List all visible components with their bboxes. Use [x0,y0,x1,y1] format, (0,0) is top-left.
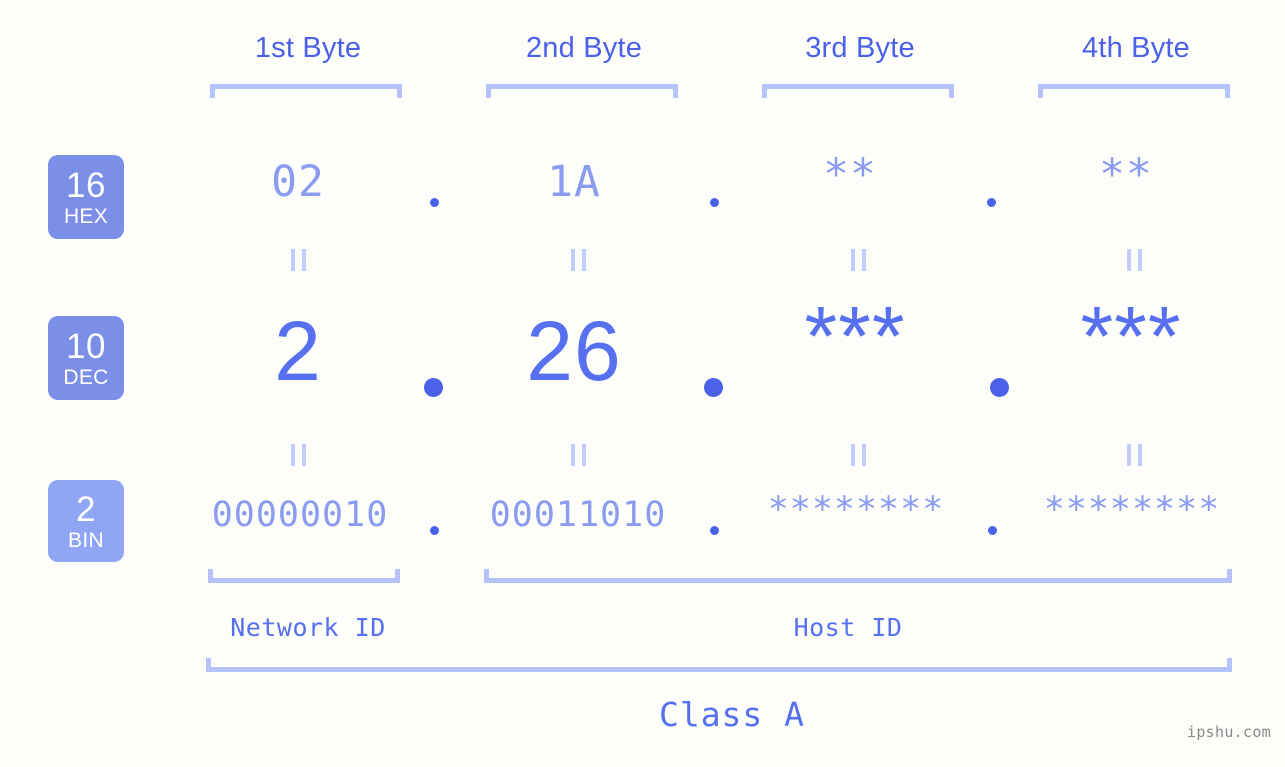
base-badge-dec: 10 DEC [48,316,124,400]
base-badge-bin-number: 2 [76,489,96,529]
dec-byte-2: 26 [526,304,622,398]
base-badge-hex: 16 HEX [48,155,124,239]
hex-byte-1: 02 [271,157,325,207]
watermark: ipshu.com [1187,723,1271,741]
hex-byte-4: ** [1099,150,1153,200]
base-badge-dec-number: 10 [66,326,106,366]
network-id-bracket [208,569,400,583]
ip-address-breakdown-diagram: 1st Byte 2nd Byte 3rd Byte 4th Byte 16 H… [0,0,1285,767]
bin-byte-1: 00000010 [211,495,389,535]
bin-byte-3: ******** [767,490,945,530]
byte-bracket-top-1 [210,84,402,98]
dec-byte-1: 2 [274,304,322,398]
base-badge-dec-label: DEC [63,365,109,389]
hex-dot-separator-1 [430,198,439,207]
bin-byte-2: 00011010 [489,495,667,535]
equals-mark-decbin-4 [1127,444,1142,466]
class-bracket [206,658,1232,672]
base-badge-hex-label: HEX [63,204,109,228]
equals-mark-decbin-2 [571,444,586,466]
byte-header-1: 1st Byte [254,32,362,64]
dec-byte-4: *** [1080,289,1182,383]
byte-bracket-top-2 [486,84,678,98]
dec-dot-separator-2 [704,378,723,397]
host-id-bracket [484,569,1232,583]
bin-dot-separator-1 [430,526,439,535]
bin-dot-separator-2 [710,526,719,535]
hex-dot-separator-2 [710,198,719,207]
byte-header-2: 2nd Byte [525,32,643,64]
base-badge-bin-label: BIN [68,528,104,552]
equals-mark-hexdec-2 [571,249,586,271]
equals-mark-decbin-3 [851,444,866,466]
byte-bracket-top-4 [1038,84,1230,98]
byte-bracket-top-3 [762,84,954,98]
equals-mark-hexdec-4 [1127,249,1142,271]
equals-mark-decbin-1 [291,444,306,466]
dec-byte-3: *** [804,289,906,383]
bin-byte-4: ******** [1043,490,1221,530]
hex-byte-3: ** [823,150,877,200]
dec-dot-separator-3 [990,378,1009,397]
network-id-label: Network ID [230,613,386,642]
hex-dot-separator-3 [987,198,996,207]
class-label: Class A [658,695,806,734]
equals-mark-hexdec-1 [291,249,306,271]
byte-header-4: 4th Byte [1082,32,1190,64]
base-badge-bin: 2 BIN [48,480,124,562]
equals-mark-hexdec-3 [851,249,866,271]
hex-byte-2: 1A [547,157,601,207]
byte-header-3: 3rd Byte [805,32,915,64]
host-id-label: Host ID [793,613,903,642]
base-badge-hex-number: 16 [66,165,106,205]
bin-dot-separator-3 [988,526,997,535]
dec-dot-separator-1 [424,378,443,397]
